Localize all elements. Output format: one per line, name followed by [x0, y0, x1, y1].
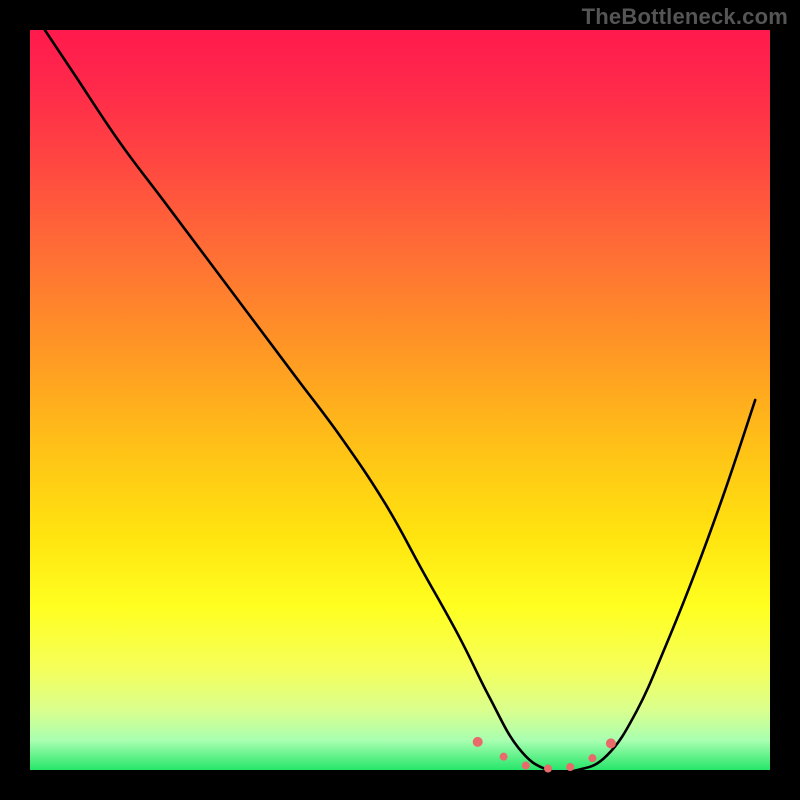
- optimal-marker: [566, 763, 574, 771]
- chart-stage: TheBottleneck.com: [0, 0, 800, 800]
- optimal-marker: [606, 738, 616, 748]
- chart-svg: [0, 0, 800, 800]
- optimal-marker: [473, 737, 483, 747]
- optimal-marker: [522, 762, 530, 770]
- optimal-marker: [500, 753, 508, 761]
- optimal-marker: [588, 754, 596, 762]
- optimal-marker: [544, 765, 552, 773]
